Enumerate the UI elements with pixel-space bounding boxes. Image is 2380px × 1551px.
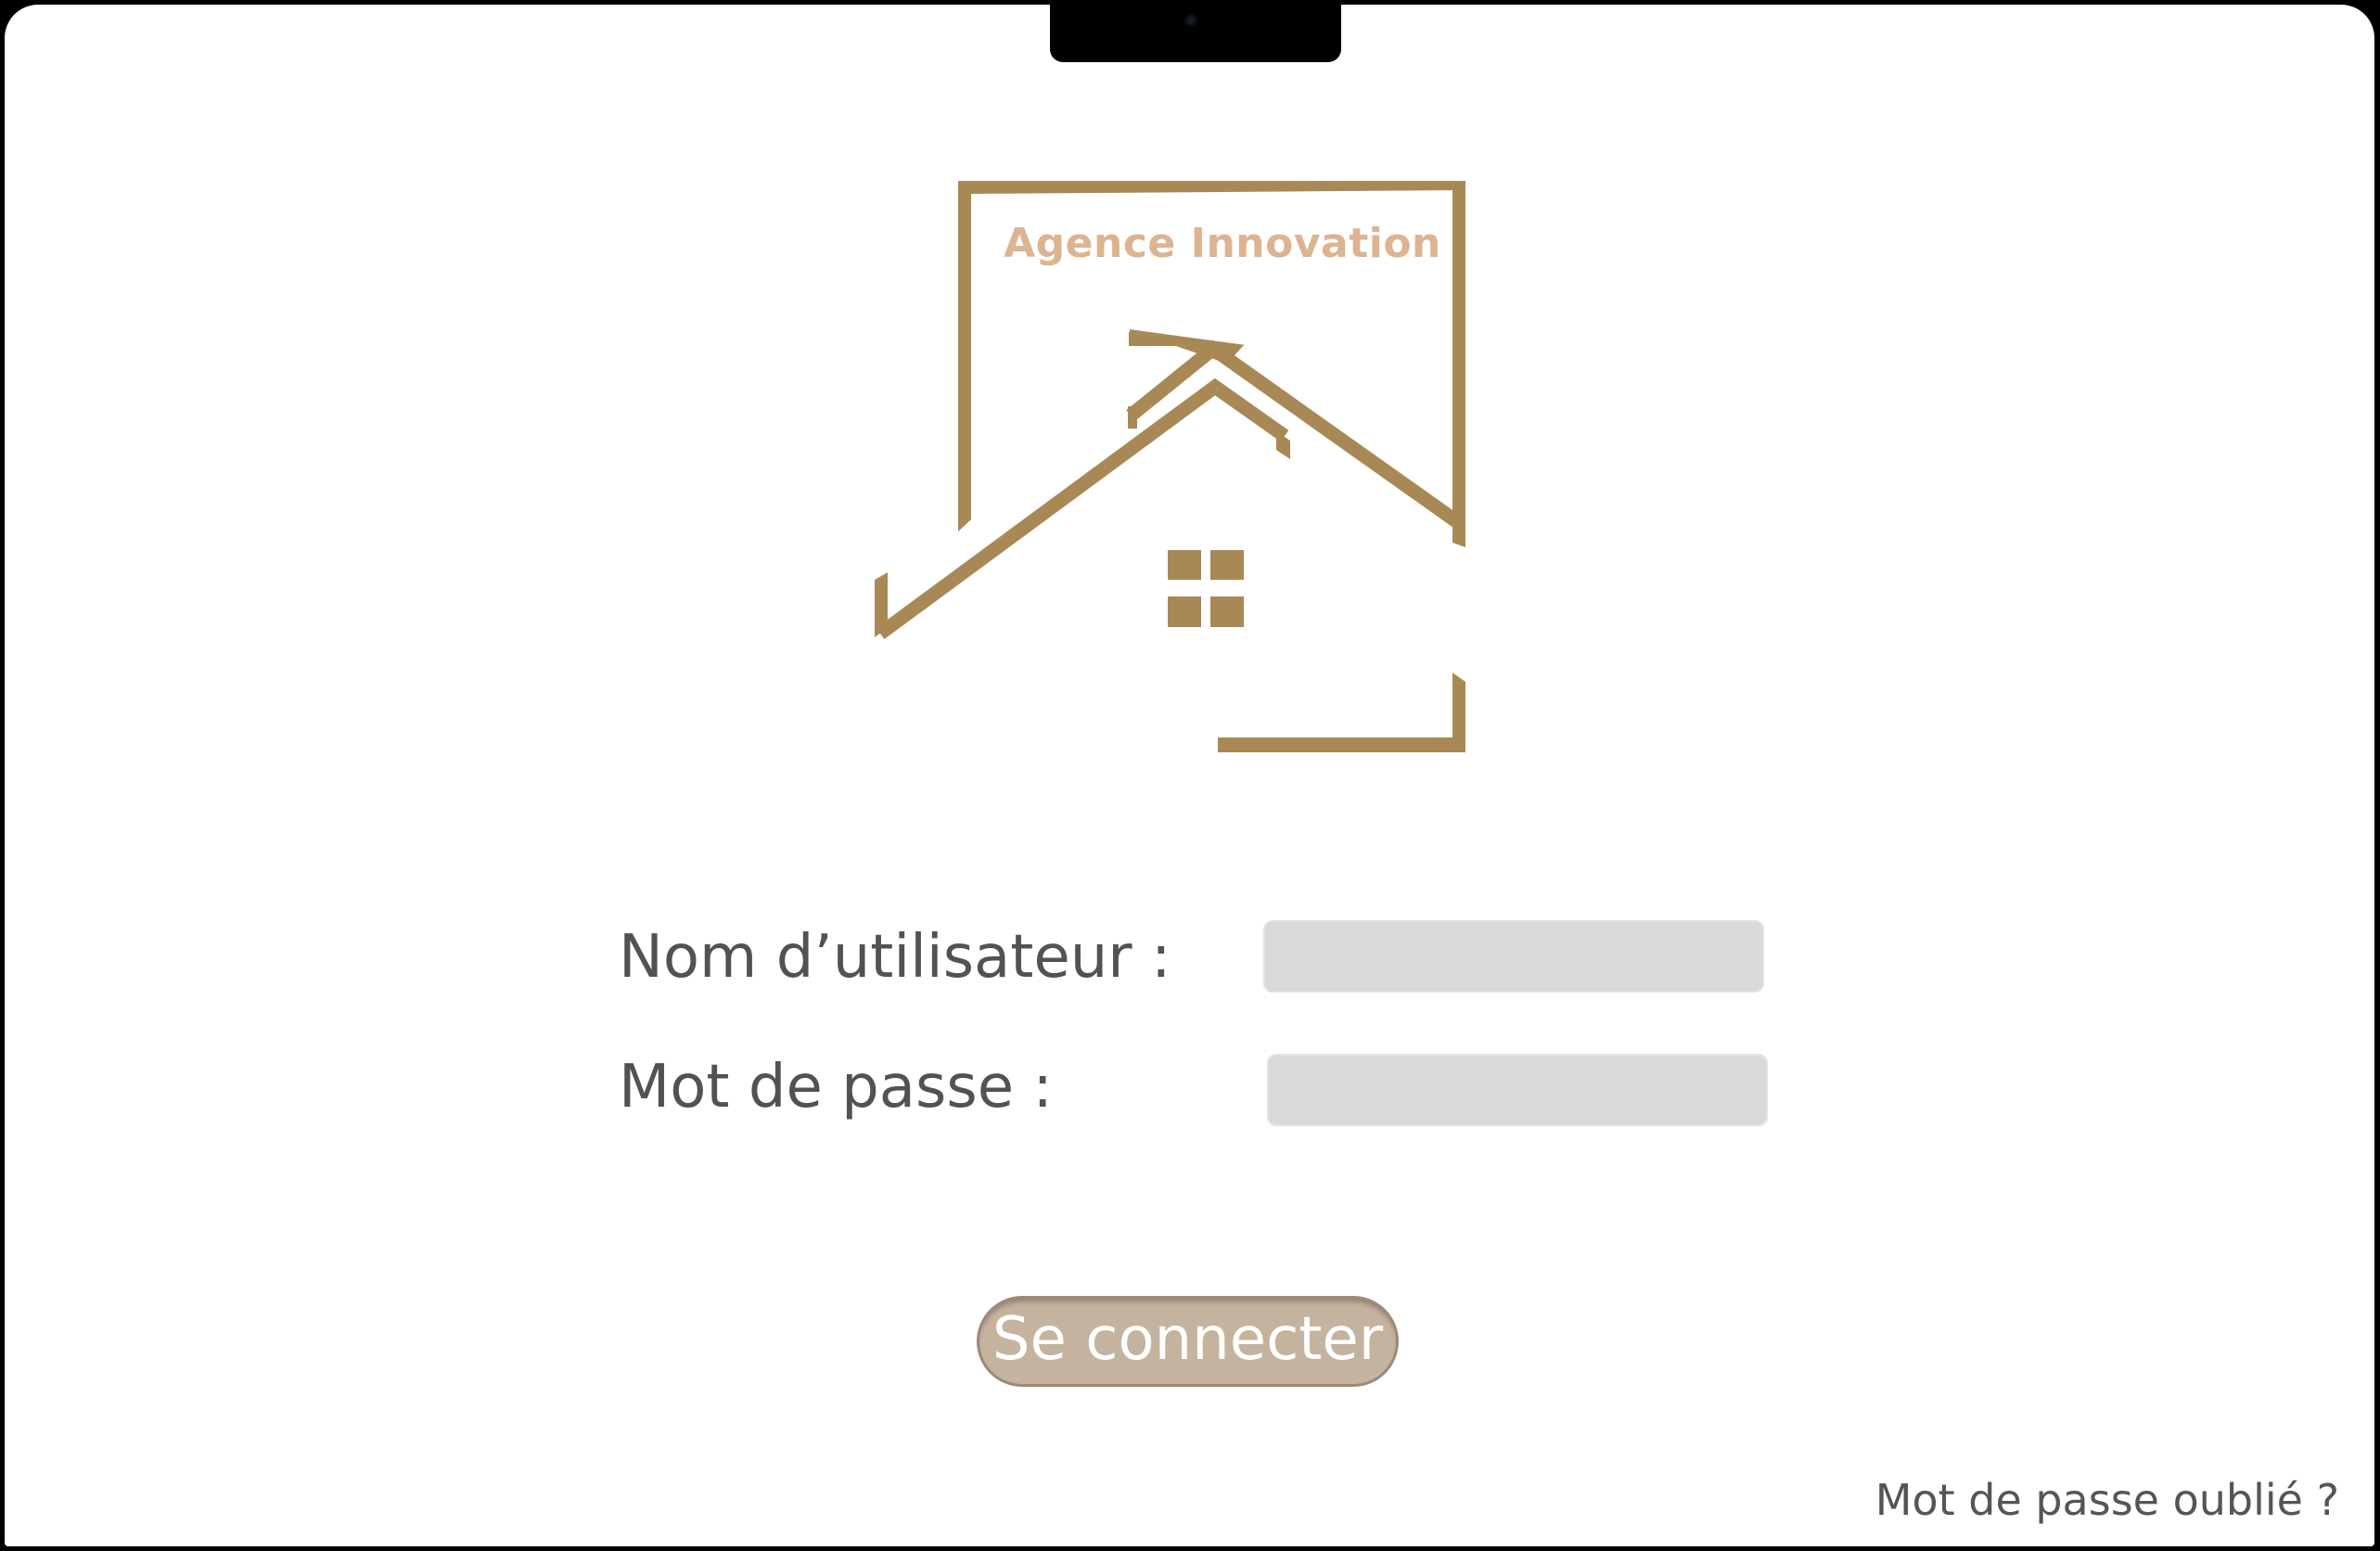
password-label: Mot de passe : bbox=[619, 1053, 1053, 1122]
house-logo-icon bbox=[875, 181, 1465, 752]
password-input[interactable] bbox=[1267, 1054, 1768, 1126]
brand-name: Agence Innovation bbox=[1004, 220, 1441, 267]
username-input[interactable] bbox=[1263, 920, 1764, 993]
username-label: Nom d’utilisateur : bbox=[619, 923, 1171, 992]
app-window: Agence Innovation Nom d’utilisateur : Mo… bbox=[5, 5, 2374, 1546]
camera-icon bbox=[1184, 14, 1197, 27]
device-notch bbox=[1050, 5, 1341, 62]
login-button[interactable]: Se connecter bbox=[977, 1296, 1399, 1387]
forgot-password-link[interactable]: Mot de passe oublié ? bbox=[1875, 1479, 2339, 1521]
